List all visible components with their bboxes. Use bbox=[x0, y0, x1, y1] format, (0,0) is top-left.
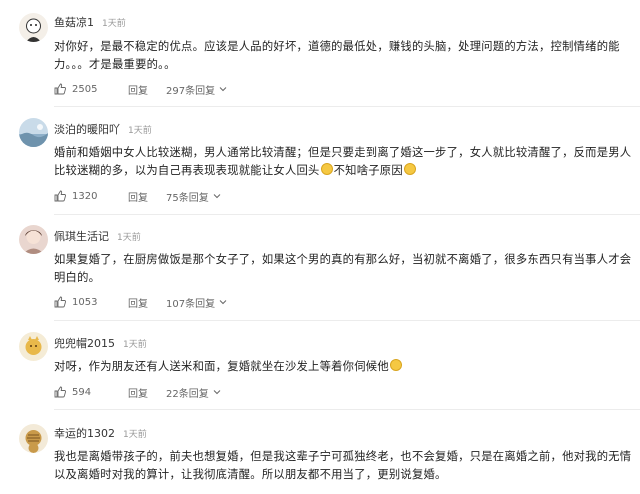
reply-count: 297条回复 bbox=[166, 85, 216, 97]
avatar-cartoon-icon bbox=[19, 332, 48, 361]
like-count: 1053 bbox=[72, 296, 98, 308]
divider bbox=[54, 106, 640, 107]
like-button[interactable]: 2505 bbox=[54, 83, 128, 95]
comment-time: 1天前 bbox=[123, 429, 147, 440]
comment-time: 1天前 bbox=[128, 125, 152, 136]
reply-count-toggle[interactable]: 107条回复 bbox=[166, 295, 227, 310]
comment-text: 婚前和婚姻中女人比较迷糊，男人通常比较清醒；但是只要走到离了婚这一步了，女人就比… bbox=[54, 146, 632, 177]
user-avatar[interactable] bbox=[19, 424, 48, 453]
like-count: 2505 bbox=[72, 83, 98, 95]
user-avatar[interactable] bbox=[19, 13, 48, 42]
avatar-landscape-icon bbox=[19, 118, 48, 147]
divider bbox=[54, 214, 640, 215]
comment-text: 对你好，是最不稳定的优点。应该是人品的好坏，道德的最低处，赚钱的头脑，处理问题的… bbox=[54, 40, 620, 71]
user-avatar[interactable] bbox=[19, 118, 48, 147]
comment-meta: 幸运的1302 1天前 bbox=[54, 425, 147, 441]
comment-time: 1天前 bbox=[123, 339, 147, 350]
like-count: 1320 bbox=[72, 190, 98, 202]
like-count: 594 bbox=[72, 386, 92, 398]
divider bbox=[54, 409, 640, 410]
reply-count-toggle[interactable]: 297条回复 bbox=[166, 82, 227, 97]
comment-meta: 兜兜帽2015 1天前 bbox=[54, 335, 147, 351]
username[interactable]: 佩琪生活记 bbox=[54, 228, 109, 244]
like-button[interactable]: 1320 bbox=[54, 190, 128, 202]
avatar-cartoon-icon bbox=[19, 13, 48, 42]
comment-time: 1天前 bbox=[117, 232, 141, 243]
chevron-down-icon bbox=[219, 87, 227, 92]
comment-text: 我也是离婚带孩子的，前夫也想复婚，但是我这辈子宁可孤独终老，也不会复婚，只是在离… bbox=[54, 450, 632, 481]
username[interactable]: 鱼菇凉1 bbox=[54, 14, 94, 30]
comment-actions: 1053 回复 107条回复 bbox=[54, 294, 227, 310]
comment-text: 如果复婚了，在厨房做饭是那个女子了，如果这个男的真的有那么好，当初就不离婚了，很… bbox=[54, 253, 632, 284]
thumbs-up-icon bbox=[54, 190, 66, 202]
comment-actions: 1320 回复 75条回复 bbox=[54, 188, 221, 204]
chevron-down-icon bbox=[213, 194, 221, 199]
reply-count: 107条回复 bbox=[166, 298, 216, 310]
username[interactable]: 兜兜帽2015 bbox=[54, 335, 115, 351]
comment-meta: 鱼菇凉1 1天前 bbox=[54, 14, 126, 30]
reply-button[interactable]: 回复 bbox=[128, 82, 166, 97]
comment-actions: 2505 回复 297条回复 bbox=[54, 81, 227, 97]
reply-button[interactable]: 回复 bbox=[128, 295, 166, 310]
reply-button[interactable]: 回复 bbox=[128, 385, 166, 400]
thumbs-up-icon bbox=[54, 296, 66, 308]
username[interactable]: 淡泊的暖阳吖 bbox=[54, 121, 120, 137]
smile-emoji-icon bbox=[389, 359, 402, 371]
thumbs-up-icon bbox=[54, 83, 66, 95]
like-button[interactable]: 594 bbox=[54, 386, 128, 398]
chevron-down-icon bbox=[219, 300, 227, 305]
reply-count: 75条回复 bbox=[166, 192, 209, 204]
smile-emoji-icon bbox=[403, 163, 416, 175]
comment-meta: 佩琪生活记 1天前 bbox=[54, 228, 141, 244]
comment-actions: 594 回复 22条回复 bbox=[54, 384, 221, 400]
comment-meta: 淡泊的暖阳吖 1天前 bbox=[54, 121, 152, 137]
laugh-emoji-icon bbox=[320, 163, 333, 175]
username[interactable]: 幸运的1302 bbox=[54, 425, 115, 441]
reply-count-toggle[interactable]: 75条回复 bbox=[166, 189, 221, 204]
reply-count-toggle[interactable]: 22条回复 bbox=[166, 385, 221, 400]
user-avatar[interactable] bbox=[19, 225, 48, 254]
chevron-down-icon bbox=[213, 390, 221, 395]
comment-text: 对呀，作为朋友还有人送米和面，复婚就坐在沙发上等着你伺候他 bbox=[54, 358, 640, 376]
avatar-photo-icon bbox=[19, 225, 48, 254]
comment-time: 1天前 bbox=[102, 18, 126, 29]
thumbs-up-icon bbox=[54, 386, 66, 398]
reply-count: 22条回复 bbox=[166, 388, 209, 400]
divider bbox=[54, 320, 640, 321]
reply-button[interactable]: 回复 bbox=[128, 189, 166, 204]
like-button[interactable]: 1053 bbox=[54, 296, 128, 308]
avatar-cartoon-icon bbox=[19, 424, 48, 453]
user-avatar[interactable] bbox=[19, 332, 48, 361]
